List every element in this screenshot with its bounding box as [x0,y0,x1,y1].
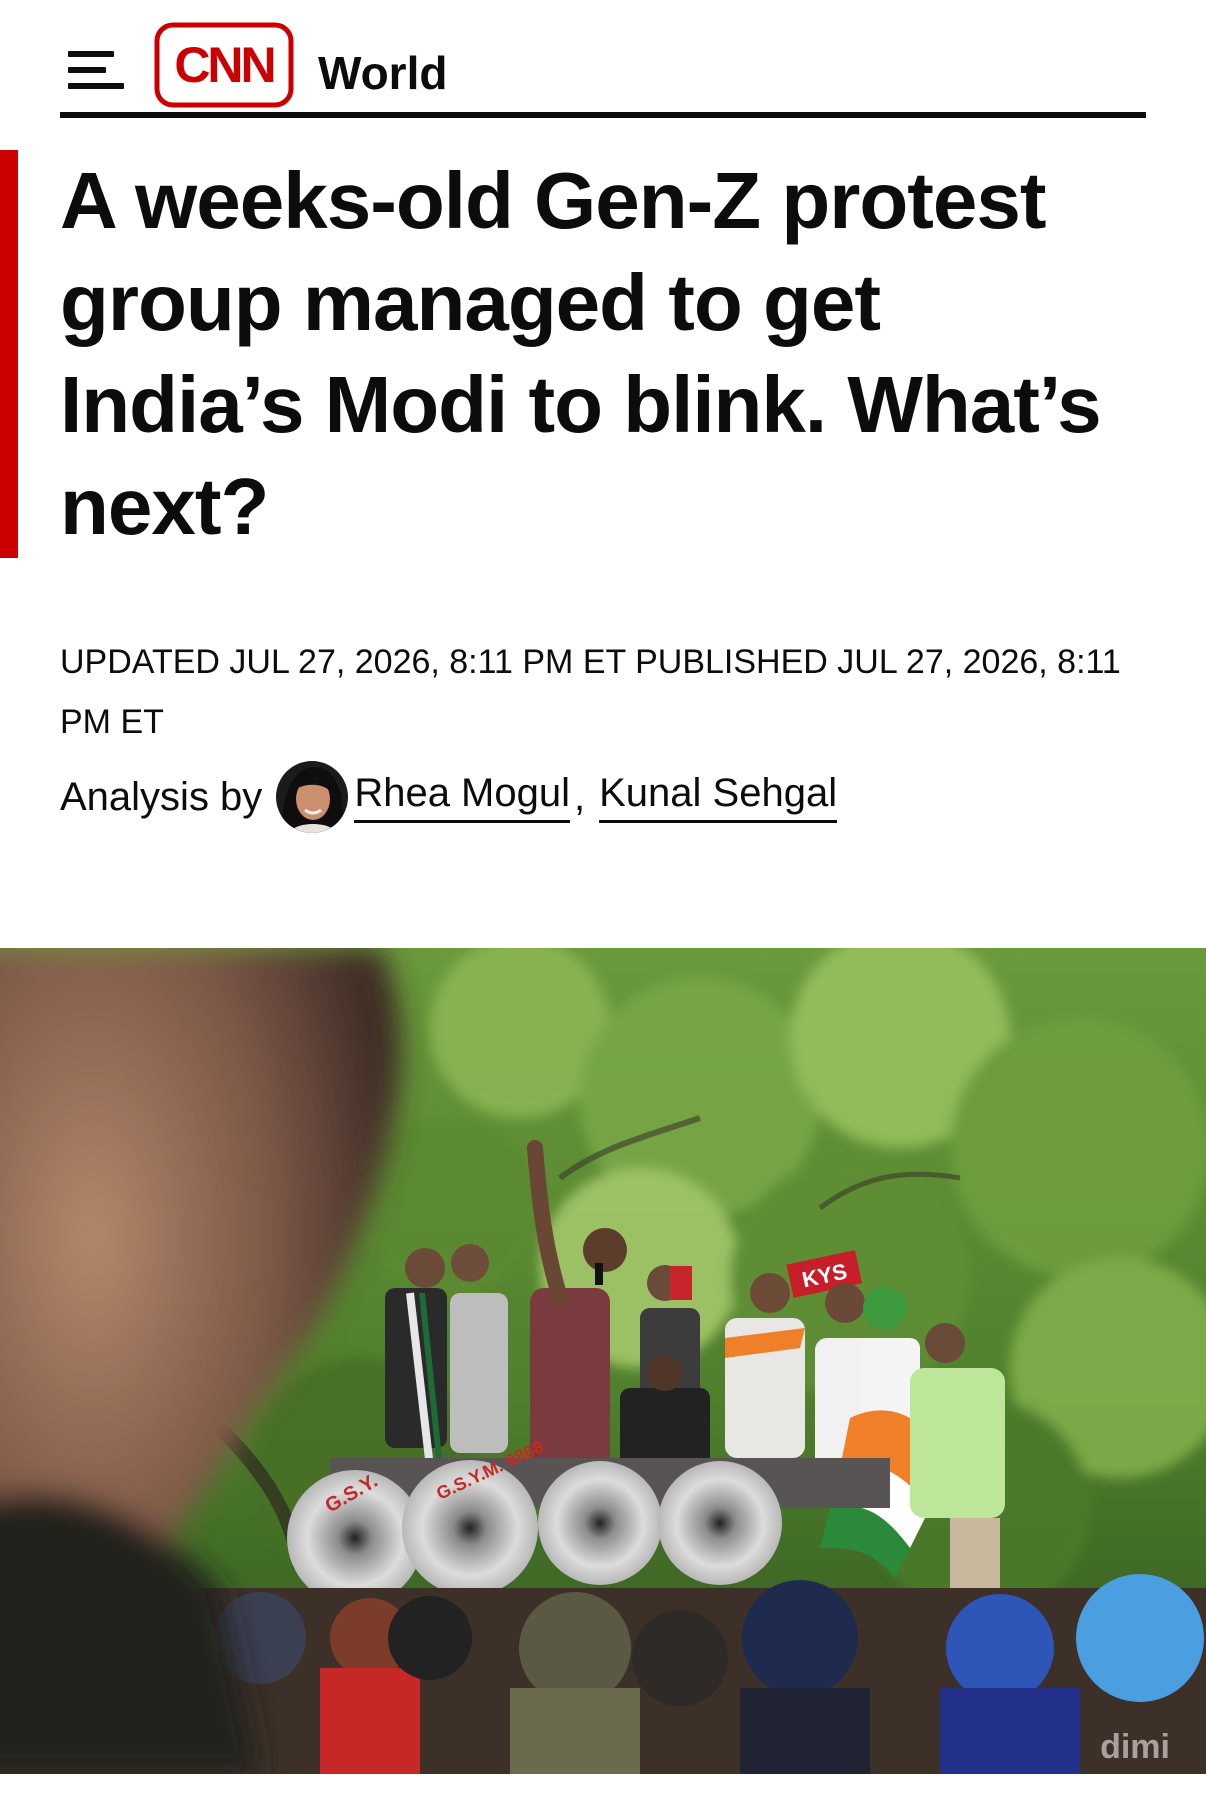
hero-image[interactable]: KYS G.S.Y. G.S.Y.M. 9868 dimi [0,948,1206,1774]
image-watermark: dimi [1100,1728,1170,1766]
cnn-logo-text: CNN [174,37,273,93]
byline-prefix: Analysis by [60,774,263,819]
site-header: CNN World [60,20,1146,116]
author-link-kunal-sehgal[interactable]: Kunal Sehgal [599,771,838,823]
author-link-rhea-mogul[interactable]: Rhea Mogul [354,771,570,823]
cnn-logo[interactable]: CNN [154,22,294,108]
article-byline: Analysis by Rhea Mogul , Kunal Sehgal [60,752,838,842]
author-avatar[interactable] [276,761,349,833]
headline-accent-bar [0,150,18,558]
hamburger-menu-icon[interactable] [68,51,124,91]
byline-separator: , [574,774,586,819]
header-divider [60,112,1146,118]
section-label-world[interactable]: World [318,38,447,108]
article-headline: A weeks-old Gen-Z protest group managed … [60,156,1102,551]
protest-photo: KYS G.S.Y. G.S.Y.M. 9868 dimi [0,948,1206,1774]
article-timestamp: UPDATED JUL 27, 2026, 8:11 PM ET PUBLISH… [60,643,1121,741]
